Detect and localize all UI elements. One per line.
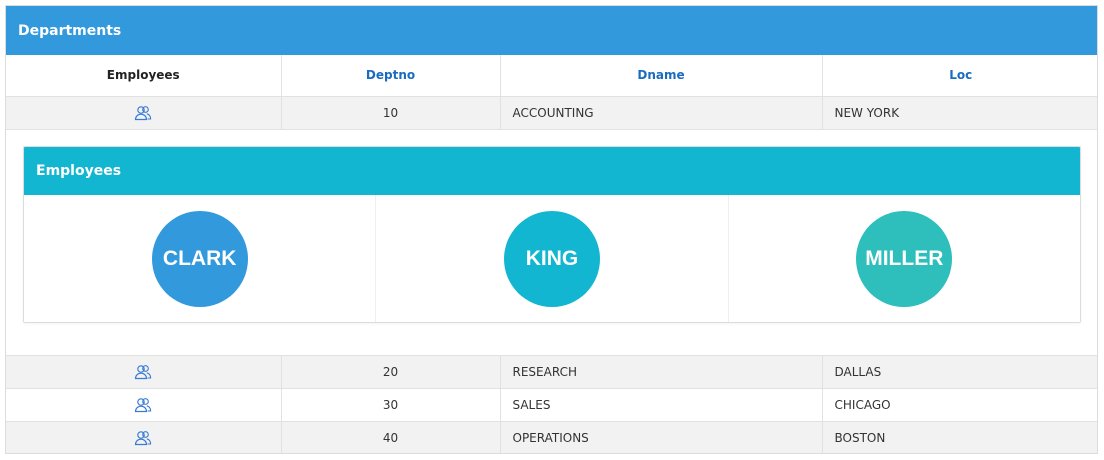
table-row: 40 OPERATIONS BOSTON: [6, 421, 1097, 453]
sort-deptno-link[interactable]: Deptno: [366, 68, 415, 82]
deptno-cell: 30: [281, 388, 501, 422]
departments-region: Departments Employees Deptno Dname Loc 1…: [5, 5, 1098, 454]
employees-cell: [6, 421, 282, 453]
employees-cell: [6, 96, 282, 130]
employee-badges: CLARK KING MILLER: [24, 194, 1080, 322]
dname-cell: OPERATIONS: [500, 421, 823, 453]
people-icon[interactable]: [134, 105, 152, 121]
deptno-cell: 40: [281, 421, 501, 453]
column-header-deptno[interactable]: Deptno: [281, 55, 501, 97]
employees-cell: [6, 355, 282, 389]
employee-badge-king[interactable]: KING: [503, 210, 600, 307]
loc-cell: CHICAGO: [822, 388, 1097, 422]
dname-cell: ACCOUNTING: [500, 96, 823, 130]
dname-cell: SALES: [500, 388, 823, 422]
employees-card-title: Employees: [24, 146, 1080, 195]
table-row: 10 ACCOUNTING NEW YORK: [6, 96, 1097, 130]
employee-badge-miller[interactable]: MILLER: [856, 210, 953, 307]
sort-dname-link[interactable]: Dname: [637, 68, 684, 82]
people-icon[interactable]: [134, 397, 152, 413]
column-header-loc[interactable]: Loc: [822, 55, 1097, 97]
deptno-cell: 20: [281, 355, 501, 389]
detail-cell: Employees CLARK KING MILLER: [6, 129, 1097, 356]
employees-cell: [6, 388, 282, 422]
table-row: 30 SALES CHICAGO: [6, 388, 1097, 422]
region-title: Departments: [6, 6, 1097, 55]
departments-table: Employees Deptno Dname Loc 10 ACCOUNTING…: [6, 55, 1097, 453]
dname-cell: RESEARCH: [500, 355, 823, 389]
loc-cell: BOSTON: [822, 421, 1097, 453]
detail-row: Employees CLARK KING MILLER: [6, 129, 1097, 356]
badge-cell: MILLER: [729, 195, 1080, 322]
loc-cell: DALLAS: [822, 355, 1097, 389]
loc-cell: NEW YORK: [822, 96, 1097, 130]
employees-card: Employees CLARK KING MILLER: [23, 145, 1081, 323]
people-icon[interactable]: [134, 430, 152, 446]
column-header-dname[interactable]: Dname: [500, 55, 823, 97]
people-icon[interactable]: [134, 364, 152, 380]
deptno-cell: 10: [281, 96, 501, 130]
column-header-employees: Employees: [6, 55, 282, 97]
table-row: 20 RESEARCH DALLAS: [6, 355, 1097, 389]
table-header-row: Employees Deptno Dname Loc: [6, 55, 1097, 97]
sort-loc-link[interactable]: Loc: [949, 68, 972, 82]
employee-badge-clark[interactable]: CLARK: [151, 210, 248, 307]
badge-cell: KING: [376, 194, 729, 322]
badge-cell: CLARK: [24, 194, 377, 322]
